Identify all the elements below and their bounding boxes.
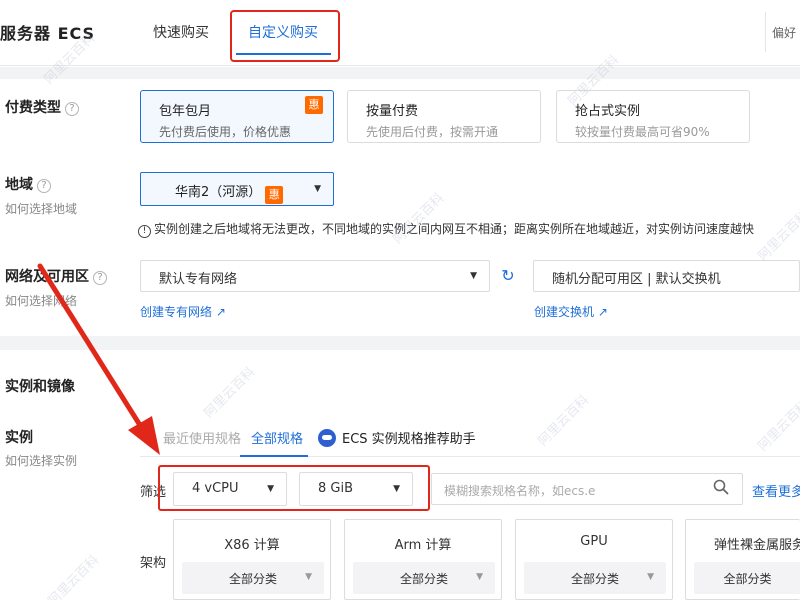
region-notice-text: 实例创建之后地域将无法更改，不同地域的实例之间内网互不相通；距离实例所在地域越近… xyxy=(154,222,755,236)
billing-option-pay-as-you-go[interactable]: 按量付费 先使用后付费，按需开通 xyxy=(347,90,541,143)
arch-option-x86[interactable]: X86 计算 全部分类 ▼ xyxy=(173,519,331,600)
region-help-link[interactable]: 如何选择地域 xyxy=(5,200,77,217)
billing-option-desc: 先付费后使用，价格优惠 xyxy=(159,125,292,139)
annotation-highlight-box xyxy=(230,10,340,62)
discount-badge: 惠 xyxy=(305,96,323,114)
instance-label: 实例 xyxy=(5,430,33,446)
create-vpc-text: 创建专有网络 xyxy=(140,305,213,319)
help-icon[interactable]: ? xyxy=(65,102,79,116)
billing-option-title: 按量付费 xyxy=(366,104,419,119)
arch-category-select[interactable]: 全部分类 ▼ xyxy=(353,562,495,594)
section-gap xyxy=(0,336,800,350)
caret-down-icon: ▼ xyxy=(647,572,654,582)
watermark: 阿里云百科 xyxy=(201,364,259,422)
tab-quick-buy[interactable]: 快速购买 xyxy=(153,22,209,42)
preferences-link[interactable]: 偏好 xyxy=(772,24,796,41)
region-notice: ! 实例创建之后地域将无法更改，不同地域的实例之间内网互不相通；距离实例所在地域越… xyxy=(138,220,754,238)
architecture-label: 架构 xyxy=(140,556,167,571)
refresh-icon[interactable]: ↻ xyxy=(496,262,520,290)
active-tab-underline xyxy=(240,455,308,457)
arch-option-bare-metal[interactable]: 弹性裸金属服务 全部分类 xyxy=(685,519,800,600)
create-vswitch-link[interactable]: 创建交换机 ↗ xyxy=(534,303,608,320)
zone-value: 随机分配可用区 | 默认交换机 xyxy=(552,272,721,287)
product-title: 服务器 ECS xyxy=(0,24,96,43)
spec-search-placeholder: 模糊搜索规格名称，如ecs.e xyxy=(444,484,596,498)
watermark: 阿里云百科 xyxy=(535,392,593,450)
arch-category-select[interactable]: 全部分类 xyxy=(694,562,800,594)
help-icon[interactable]: ? xyxy=(93,271,107,285)
zone-select[interactable]: 随机分配可用区 | 默认交换机 xyxy=(533,260,800,292)
section-title-instance-image: 实例和镜像 xyxy=(5,379,75,395)
arch-category-value: 全部分类 xyxy=(723,572,772,586)
region-select[interactable]: 华南2（河源）惠 ▼ xyxy=(140,172,334,206)
watermark: 阿里云百科 xyxy=(755,397,800,455)
network-text: 网络及可用区 xyxy=(5,269,89,285)
arch-category-select[interactable]: 全部分类 ▼ xyxy=(524,562,666,594)
vpc-value: 默认专有网络 xyxy=(159,272,238,287)
caret-down-icon: ▼ xyxy=(476,572,483,582)
annotation-highlight-box xyxy=(158,465,430,511)
network-help-link[interactable]: 如何选择网络 xyxy=(5,292,77,309)
watermark: 阿里云百科 xyxy=(45,552,103,600)
network-label: 网络及可用区? xyxy=(5,266,107,286)
arch-option-name: 弹性裸金属服务 xyxy=(714,538,800,553)
section-gap xyxy=(0,67,800,79)
instance-help-link[interactable]: 如何选择实例 xyxy=(5,452,77,469)
arch-option-arm[interactable]: Arm 计算 全部分类 ▼ xyxy=(344,519,502,600)
billing-option-title: 抢占式实例 xyxy=(575,104,641,119)
create-vpc-link[interactable]: 创建专有网络 ↗ xyxy=(140,303,226,320)
vpc-select[interactable]: 默认专有网络 ▼ xyxy=(140,260,490,292)
arch-option-name: GPU xyxy=(580,534,608,549)
billing-option-desc: 较按量付费最高可省90% xyxy=(575,125,710,139)
view-more-link[interactable]: 查看更多 xyxy=(752,481,800,500)
region-value: 华南2（河源） xyxy=(175,185,262,200)
discount-badge: 惠 xyxy=(265,186,284,204)
billing-option-spot[interactable]: 抢占式实例 较按量付费最高可省90% xyxy=(556,90,750,143)
arch-option-gpu[interactable]: GPU 全部分类 ▼ xyxy=(515,519,673,600)
caret-down-icon: ▼ xyxy=(314,184,321,194)
tab-spec-assistant[interactable]: ECS 实例规格推荐助手 xyxy=(318,428,476,447)
spec-tabs-divider xyxy=(140,456,800,457)
region-label: 地域? xyxy=(5,174,51,194)
top-bar: 服务器 ECS 快速购买 自定义购买 偏好 xyxy=(0,0,800,66)
billing-type-text: 付费类型 xyxy=(5,100,61,116)
help-icon[interactable]: ? xyxy=(37,179,51,193)
arch-category-value: 全部分类 xyxy=(228,572,277,586)
watermark: 阿里云百科 xyxy=(755,207,800,265)
arch-category-select[interactable]: 全部分类 ▼ xyxy=(182,562,324,594)
spec-search-input[interactable]: 模糊搜索规格名称，如ecs.e xyxy=(431,473,743,505)
robot-assistant-icon xyxy=(318,429,336,447)
billing-type-label: 付费类型? xyxy=(5,97,79,117)
arch-option-name: X86 计算 xyxy=(224,538,280,553)
arch-category-value: 全部分类 xyxy=(399,572,448,586)
search-icon[interactable] xyxy=(712,478,730,496)
arch-option-name: Arm 计算 xyxy=(394,538,452,553)
create-vswitch-text: 创建交换机 xyxy=(534,305,595,319)
caret-down-icon: ▼ xyxy=(305,572,312,582)
billing-option-subscription[interactable]: 包年包月 先付费后使用，价格优惠 惠 xyxy=(140,90,334,143)
spec-assistant-text: ECS 实例规格推荐助手 xyxy=(342,432,476,447)
divider xyxy=(765,12,766,52)
billing-option-desc: 先使用后付费，按需开通 xyxy=(366,125,499,139)
info-icon: ! xyxy=(138,225,151,238)
region-text: 地域 xyxy=(5,177,33,193)
arch-category-value: 全部分类 xyxy=(570,572,619,586)
external-link-icon: ↗ xyxy=(597,305,608,319)
caret-down-icon: ▼ xyxy=(470,271,477,281)
external-link-icon: ↗ xyxy=(215,305,226,319)
tab-recent-specs[interactable]: 最近使用规格 xyxy=(163,428,241,447)
tab-all-specs[interactable]: 全部规格 xyxy=(251,428,303,447)
watermark: 阿里云百科 xyxy=(390,190,448,248)
